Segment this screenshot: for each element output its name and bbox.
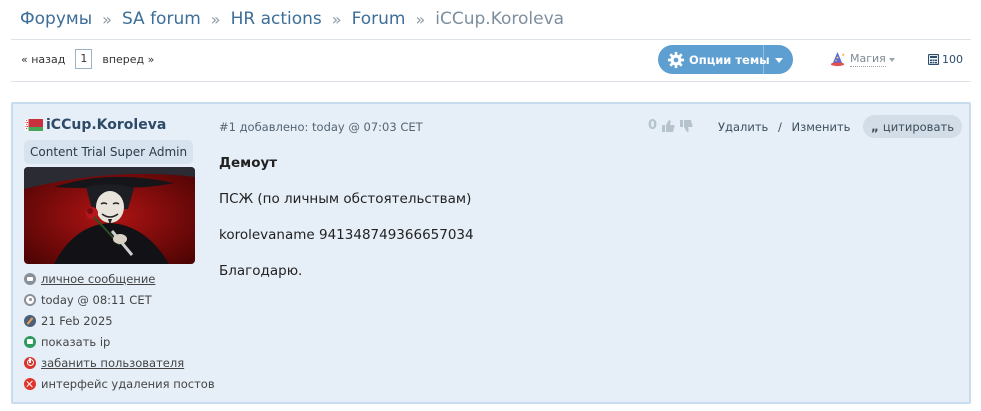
edit-link[interactable]: Изменить [792, 120, 851, 134]
username-link[interactable]: iCCup.Koroleva [46, 117, 166, 133]
quote-label: цитировать [882, 119, 954, 134]
thumbs-down-icon[interactable] [679, 119, 693, 133]
join-date: 21 Feb 2025 [24, 310, 215, 331]
gear-icon [667, 51, 685, 68]
last-activity-label: today @ 08:11 CET [41, 292, 152, 307]
magic-menu[interactable]: Магия [829, 51, 895, 68]
thread-options-label: Опции темы [689, 52, 770, 67]
divider [11, 39, 971, 40]
breadcrumb-forums[interactable]: Форумы [20, 9, 92, 29]
post-count[interactable]: 100 [928, 53, 963, 66]
ban-icon [24, 356, 36, 369]
thumbs-up-icon[interactable] [661, 119, 675, 133]
join-date-label: 21 Feb 2025 [41, 313, 113, 328]
post-line: korolevaname 941348749366657034 [219, 227, 474, 243]
pagination: « назад 1 вперед » [21, 49, 154, 69]
page-number[interactable]: 1 [75, 49, 93, 69]
breadcrumb-hr-actions[interactable]: HR actions [231, 9, 322, 29]
post-author: iCCup.Koroleva [25, 117, 166, 133]
post-count-value: 100 [942, 53, 963, 66]
prev-page-link[interactable]: « назад [21, 53, 65, 66]
compass-icon [24, 314, 36, 327]
thread-options-button[interactable]: Опции темы [658, 45, 793, 74]
chevron-down-icon [775, 58, 783, 63]
private-message-link[interactable]: личное сообщение [24, 268, 215, 289]
breadcrumb-current: iCCup.Koroleva [435, 9, 565, 29]
breadcrumb-separator: » [331, 9, 342, 29]
last-activity: today @ 08:11 CET [24, 289, 215, 310]
ban-user-link[interactable]: забанить пользователя [24, 352, 215, 373]
breadcrumb: Форумы » SA forum » HR actions » Forum »… [20, 7, 564, 31]
vote-count: 0 [648, 118, 658, 133]
delete-link[interactable]: Удалить [718, 120, 768, 134]
post-line: Благодарю. [219, 263, 303, 279]
show-ip-label: показать ip [41, 334, 111, 349]
post-line: ПСЖ (по личным обстоятельствам) [219, 191, 472, 207]
breadcrumb-sa-forum[interactable]: SA forum [122, 9, 201, 29]
avatar[interactable] [24, 167, 195, 264]
post-actions: Удалить / Изменить [718, 120, 850, 134]
message-icon [24, 272, 36, 285]
divider [11, 81, 971, 82]
delete-posts-label: интерфейс удаления постов [41, 376, 215, 391]
ip-icon [24, 335, 36, 348]
chevron-down-icon [888, 57, 895, 62]
button-divider [763, 45, 764, 74]
post: iCCup.Koroleva Content Trial Super Admin [11, 102, 971, 404]
magic-label: Магия [850, 52, 886, 67]
ban-user-label: забанить пользователя [41, 355, 185, 370]
private-message-label: личное сообщение [41, 271, 156, 286]
breadcrumb-separator: » [102, 9, 112, 29]
belarus-flag-icon [25, 119, 43, 131]
wizard-icon [830, 51, 845, 67]
actions-separator: / [777, 120, 782, 134]
vote-controls: 0 [648, 118, 693, 133]
post-title: Демоут [219, 155, 278, 171]
quote-button[interactable]: „ цитировать [863, 115, 962, 138]
clock-icon [24, 293, 36, 306]
delete-posts-icon [24, 377, 36, 390]
user-links: личное сообщение today @ 08:11 CET 21 Fe… [24, 268, 215, 394]
quote-icon: „ [870, 119, 879, 134]
next-page-link[interactable]: вперед » [102, 53, 154, 66]
calculator-icon [928, 54, 939, 65]
breadcrumb-separator: » [210, 9, 221, 29]
post-meta: #1 добавлено: today @ 07:03 CET [219, 120, 423, 134]
breadcrumb-forum[interactable]: Forum [352, 9, 406, 29]
show-ip-link[interactable]: показать ip [24, 331, 215, 352]
avatar-image [24, 167, 195, 264]
user-role-badge: Content Trial Super Admin [24, 140, 194, 164]
breadcrumb-separator: » [415, 9, 426, 29]
delete-posts-link[interactable]: интерфейс удаления постов [24, 373, 215, 394]
